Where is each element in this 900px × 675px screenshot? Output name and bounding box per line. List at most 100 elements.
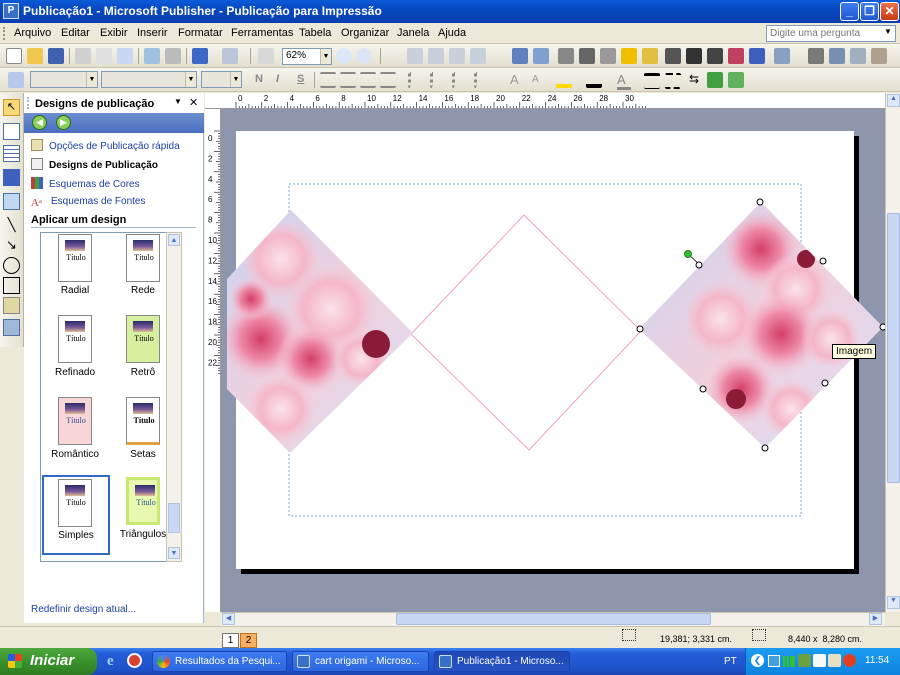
undo-icon[interactable] — [192, 48, 208, 64]
font-select[interactable]: ▼ — [101, 71, 197, 88]
align-center-icon[interactable] — [340, 72, 356, 88]
fill-bucket-icon[interactable] — [556, 72, 572, 88]
search-icon[interactable] — [117, 48, 133, 64]
taskbar-button-search-results[interactable]: Resultados da Pesqui... — [152, 651, 287, 672]
maximize-button[interactable]: ❐ — [860, 2, 879, 21]
columns-icon[interactable] — [258, 48, 274, 64]
design-gallery-tool-icon[interactable] — [3, 319, 20, 336]
line-color-icon[interactable] — [749, 48, 765, 64]
dash-icon[interactable] — [665, 73, 681, 89]
tray-arrow-icon[interactable]: ❮ — [751, 654, 764, 667]
menu-organizar[interactable]: Organizar — [341, 27, 389, 39]
scroll-up-icon[interactable]: ▲ — [168, 234, 180, 246]
picture-frame-tool-icon[interactable] — [3, 193, 20, 210]
autoshapes-tool-icon[interactable] — [3, 297, 20, 314]
scroll-thumb[interactable] — [168, 503, 180, 533]
wordart-icon[interactable] — [829, 48, 845, 64]
group-icon[interactable] — [600, 48, 616, 64]
link-publication-designs[interactable]: Designs de Publicação — [31, 158, 158, 171]
tray-app-icon[interactable] — [798, 654, 811, 667]
dash-style-icon[interactable] — [707, 48, 723, 64]
table-tool-icon[interactable] — [3, 145, 20, 162]
link-quick-publication[interactable]: Opções de Publicação rápida — [31, 139, 180, 152]
text-box-tool-icon[interactable] — [3, 123, 20, 140]
3d-style-icon[interactable] — [728, 72, 744, 88]
ie-icon[interactable]: e — [107, 653, 123, 669]
scroll-down-icon[interactable]: ▼ — [887, 596, 900, 609]
chart-icon[interactable] — [533, 48, 549, 64]
light-icon[interactable] — [642, 48, 658, 64]
chevron-down-icon[interactable]: ▼ — [882, 27, 894, 40]
arrow-style-icon[interactable]: ⇆ — [686, 72, 702, 88]
cherry-blossom-image-right[interactable] — [631, 199, 885, 455]
send-back-icon[interactable] — [579, 48, 595, 64]
increase-indent-icon[interactable] — [474, 72, 490, 88]
title-bar[interactable]: P Publicação1 - Microsoft Publisher - Pu… — [0, 0, 900, 23]
open-folder-icon[interactable] — [27, 48, 43, 64]
bold-icon[interactable]: N — [255, 73, 263, 85]
signal-icon[interactable] — [783, 656, 795, 667]
clock[interactable]: 11:54 — [865, 655, 889, 666]
font-size-select[interactable]: ▼ — [201, 71, 242, 88]
taskbar-button-cart-origami[interactable]: cart origami - Microso... — [292, 651, 429, 672]
menu-editar[interactable]: Editar — [61, 27, 90, 39]
hyperlink-icon[interactable] — [407, 48, 423, 64]
task-pane-close-icon[interactable]: ✕ — [189, 96, 198, 109]
spelling-icon[interactable] — [144, 48, 160, 64]
horizontal-ruler[interactable]: 0 2 4 6 8 10 12 14 16 18 20 22 24 26 28 30 — [205, 93, 885, 109]
back-arrow-icon[interactable]: ◀ — [32, 115, 47, 130]
close-button[interactable]: ✕ — [880, 2, 899, 21]
horizontal-scroll-thumb[interactable] — [396, 613, 711, 625]
arrow-tool-icon[interactable]: ↘ — [3, 237, 20, 254]
italic-icon[interactable]: I — [276, 73, 279, 85]
tray-vm-icon[interactable] — [813, 654, 826, 667]
align-icon[interactable] — [665, 48, 681, 64]
start-button[interactable]: Iniciar — [0, 648, 97, 675]
line-tool-icon[interactable]: ╲ — [3, 217, 20, 234]
chevron-down-icon[interactable]: ▼ — [86, 72, 97, 87]
task-pane-menu-icon[interactable]: ▼ — [174, 97, 182, 106]
rotate-icon[interactable] — [850, 48, 866, 64]
chevron-down-icon[interactable]: ▼ — [230, 72, 241, 87]
numbering-icon[interactable] — [408, 72, 424, 88]
oval-tool-icon[interactable] — [3, 257, 20, 274]
network-icon[interactable] — [768, 655, 780, 667]
decrease-indent-icon[interactable] — [452, 72, 468, 88]
style-select[interactable]: ▼ — [30, 71, 98, 88]
align-left-icon[interactable] — [320, 72, 336, 88]
copy-icon[interactable] — [449, 48, 465, 64]
gallery-scrollbar[interactable]: ▲ ▼ — [166, 232, 182, 562]
chevron-down-icon[interactable]: ▼ — [185, 72, 196, 87]
grow-font-icon[interactable]: A — [510, 72, 519, 87]
menu-grip[interactable] — [3, 27, 6, 40]
tray-calendar-icon[interactable] — [828, 654, 841, 667]
scroll-right-icon[interactable]: ▶ — [869, 613, 882, 625]
fill-color-icon[interactable] — [728, 48, 744, 64]
zoom-select[interactable]: 62% ▼ — [282, 48, 332, 65]
design-simples[interactable]: Título Simples — [42, 475, 110, 555]
new-document-icon[interactable] — [6, 48, 22, 64]
language-indicator[interactable]: PT — [724, 656, 737, 667]
taskbar-button-publicacao1[interactable]: Publicação1 - Microso... — [434, 651, 570, 672]
print-icon[interactable] — [75, 48, 91, 64]
redo-icon[interactable] — [222, 48, 238, 64]
zoom-out-icon[interactable] — [336, 48, 352, 64]
menu-formatar[interactable]: Formatar — [178, 27, 223, 39]
format-painter-icon[interactable] — [428, 48, 444, 64]
menu-ajuda[interactable]: Ajuda — [438, 27, 466, 39]
forward-arrow-icon[interactable]: ▶ — [56, 115, 71, 130]
menu-ferramentas[interactable]: Ferramentas — [231, 27, 293, 39]
design-radial[interactable]: Título Radial — [43, 233, 107, 313]
rotation-handle[interactable] — [684, 250, 692, 258]
menu-inserir[interactable]: Inserir — [137, 27, 168, 39]
design-romantico[interactable]: Título Romântico — [43, 397, 107, 477]
styles-icon[interactable] — [8, 72, 24, 88]
scroll-down-icon[interactable]: ▼ — [168, 547, 180, 559]
picture-icon[interactable] — [512, 48, 528, 64]
wordart-tool-icon[interactable] — [3, 169, 20, 186]
menu-arquivo[interactable]: Arquivo — [14, 27, 51, 39]
star-icon[interactable] — [621, 48, 637, 64]
table-icon[interactable] — [808, 48, 824, 64]
design-refinado[interactable]: Título Refinado — [43, 315, 107, 395]
line-style-icon[interactable] — [686, 48, 702, 64]
